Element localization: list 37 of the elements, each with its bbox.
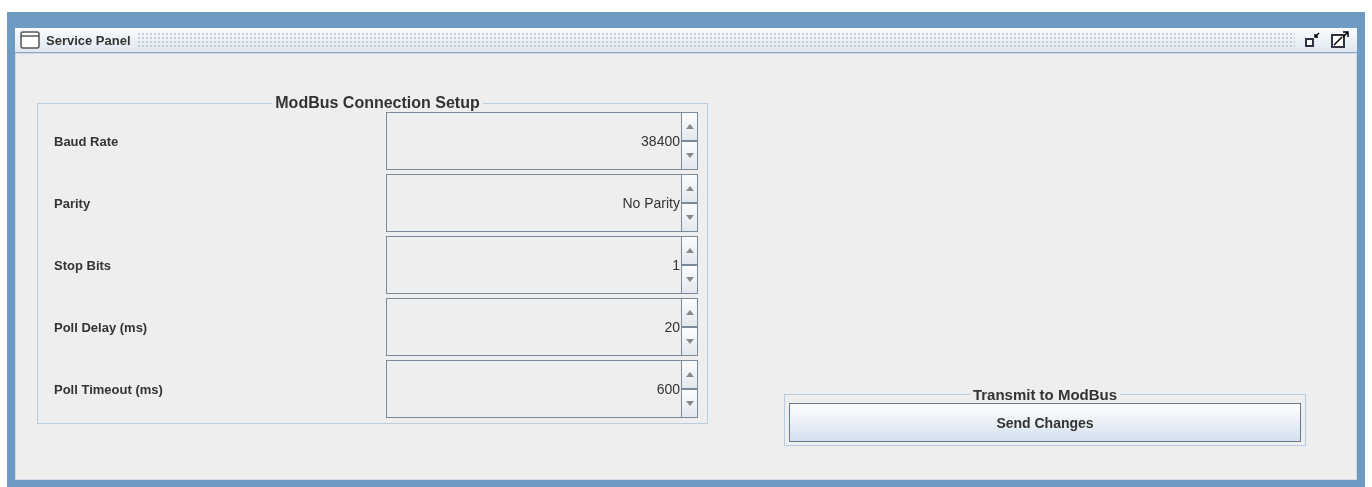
up-arrow-icon: [685, 248, 694, 253]
spinner-field[interactable]: 20: [386, 298, 681, 356]
down-arrow-icon: [685, 153, 694, 158]
window-icon: [20, 31, 40, 49]
maximize-icon[interactable]: [1331, 31, 1349, 49]
send-changes-button[interactable]: Send Changes: [789, 403, 1301, 442]
up-arrow-icon: [685, 186, 694, 191]
window-title: Service Panel: [46, 32, 131, 48]
field-label: Baud Rate: [54, 133, 120, 149]
increment-button[interactable]: [681, 174, 698, 203]
increment-button[interactable]: [681, 360, 698, 389]
increment-button[interactable]: [681, 112, 698, 141]
minimize-icon[interactable]: [1305, 32, 1321, 48]
group-title: ModBus Connection Setup: [274, 94, 481, 112]
up-arrow-icon: [685, 372, 694, 377]
increment-button[interactable]: [681, 298, 698, 327]
field-label: Poll Timeout (ms): [54, 381, 164, 397]
decrement-button[interactable]: [681, 203, 698, 232]
field-label: Stop Bits: [54, 257, 113, 273]
increment-button[interactable]: [681, 236, 698, 265]
spinner-field[interactable]: 38400: [386, 112, 681, 170]
down-arrow-icon: [685, 277, 694, 282]
spinner-field[interactable]: 600: [386, 360, 681, 418]
spinner-field[interactable]: No Parity: [386, 174, 681, 232]
decrement-button[interactable]: [681, 389, 698, 418]
down-arrow-icon: [685, 401, 694, 406]
up-arrow-icon: [685, 124, 694, 129]
down-arrow-icon: [685, 339, 694, 344]
field-label: Poll Delay (ms): [54, 319, 149, 335]
spinner-field[interactable]: 1: [386, 236, 681, 294]
down-arrow-icon: [685, 215, 694, 220]
decrement-button[interactable]: [681, 141, 698, 170]
group-title: Transmit to ModBus: [971, 386, 1119, 403]
decrement-button[interactable]: [681, 265, 698, 294]
field-label: Parity: [54, 195, 92, 211]
up-arrow-icon: [685, 310, 694, 315]
decrement-button[interactable]: [681, 327, 698, 356]
